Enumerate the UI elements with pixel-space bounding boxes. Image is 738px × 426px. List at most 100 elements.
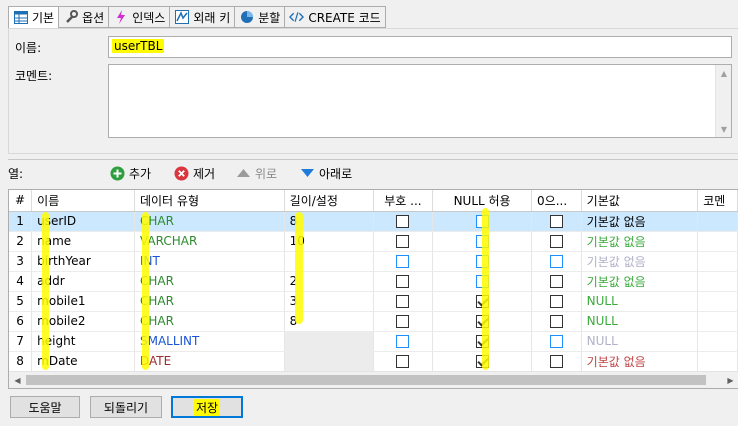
checkbox[interactable] — [396, 335, 410, 348]
zerofill-cell[interactable] — [531, 251, 582, 272]
unsigned-cell[interactable] — [373, 351, 434, 372]
col-header-zerofill[interactable]: 0으... — [531, 190, 582, 212]
default-cell[interactable]: 기본값 없음 — [581, 271, 699, 292]
unsigned-cell[interactable] — [373, 311, 434, 332]
data-type-cell[interactable]: DATE — [134, 351, 285, 372]
checkbox[interactable] — [396, 355, 410, 368]
unsigned-cell[interactable] — [373, 291, 434, 312]
default-cell[interactable]: NULL — [581, 291, 699, 312]
zerofill-cell[interactable] — [531, 351, 582, 372]
table-row[interactable]: 3 birthYear INT 기본값 없음 — [9, 251, 738, 272]
comment-cell[interactable] — [697, 331, 738, 352]
data-type-cell[interactable]: CHAR — [134, 271, 285, 292]
tab-indexes[interactable]: 인덱스 — [109, 6, 171, 28]
col-header-num[interactable]: # — [9, 190, 33, 212]
checkbox[interactable] — [396, 275, 410, 288]
row-number-cell[interactable]: 4 — [9, 271, 33, 292]
scroll-up-icon[interactable]: ▲ — [716, 65, 732, 81]
comment-cell[interactable] — [697, 231, 738, 252]
default-cell[interactable]: 기본값 없음 — [581, 251, 699, 272]
checkbox[interactable] — [396, 215, 410, 228]
comment-cell[interactable] — [697, 311, 738, 332]
checkbox[interactable] — [396, 255, 410, 268]
row-number-cell[interactable]: 6 — [9, 311, 33, 332]
move-down-button[interactable]: 아래로 — [300, 164, 352, 182]
table-row[interactable]: 6 mobile2 CHAR 8 NULL — [9, 311, 738, 332]
col-header-nullable[interactable]: NULL 허용 — [432, 190, 533, 212]
comment-cell[interactable] — [697, 251, 738, 272]
columns-grid[interactable]: # 이름 데이터 유형 길이/설정 부호 ... NULL 허용 0으... 기… — [8, 189, 738, 389]
length-cell[interactable] — [284, 351, 374, 372]
checkbox[interactable] — [396, 295, 410, 308]
table-row[interactable]: 4 addr CHAR 2 기본값 없음 — [9, 271, 738, 292]
move-up-button[interactable]: 위로 — [236, 164, 277, 182]
checkbox[interactable] — [396, 315, 410, 328]
col-header-name[interactable]: 이름 — [31, 190, 135, 212]
default-cell[interactable]: NULL — [581, 331, 699, 352]
checkbox[interactable] — [396, 235, 410, 248]
zerofill-cell[interactable] — [531, 291, 582, 312]
scroll-right-icon[interactable]: ▶ — [722, 372, 738, 388]
comment-scrollbar[interactable]: ▲ ▼ — [715, 65, 731, 137]
zerofill-cell[interactable] — [531, 211, 582, 232]
comment-cell[interactable] — [697, 271, 738, 292]
row-number-cell[interactable]: 7 — [9, 331, 33, 352]
unsigned-cell[interactable] — [373, 251, 434, 272]
revert-button[interactable]: 되돌리기 — [90, 396, 162, 418]
zerofill-cell[interactable] — [531, 271, 582, 292]
comment-cell[interactable] — [697, 351, 738, 372]
comment-cell[interactable] — [697, 211, 738, 232]
unsigned-cell[interactable] — [373, 331, 434, 352]
row-number-cell[interactable]: 3 — [9, 251, 33, 272]
checkbox[interactable] — [549, 215, 563, 228]
table-row[interactable]: 2nameVARCHAR10기본값 없음 — [9, 231, 738, 252]
checkbox[interactable] — [549, 295, 563, 308]
zerofill-cell[interactable] — [531, 311, 582, 332]
grid-horizontal-scrollbar[interactable]: ◀ ▶ — [9, 371, 738, 388]
table-row[interactable]: 8 mDate DATE 기본값 없음 — [9, 351, 738, 372]
table-row[interactable]: 5 mobile1 CHAR 3 NULL — [9, 291, 738, 312]
col-header-default[interactable]: 기본값 — [581, 190, 699, 212]
comment-textarea[interactable]: ▲ ▼ — [108, 64, 732, 138]
data-type-cell[interactable]: CHAR — [134, 311, 285, 332]
checkbox[interactable] — [549, 235, 563, 248]
checkbox[interactable] — [549, 335, 563, 348]
checkbox[interactable] — [549, 255, 563, 268]
comment-cell[interactable] — [697, 291, 738, 312]
add-column-button[interactable]: 추가 — [110, 164, 151, 182]
table-row[interactable]: 1 userID CHAR 8 기본값 없음 — [9, 211, 738, 232]
remove-column-button[interactable]: 제거 — [174, 164, 215, 182]
col-header-type[interactable]: 데이터 유형 — [134, 190, 285, 212]
data-type-cell[interactable]: INT — [134, 251, 285, 272]
data-type-cell[interactable]: CHAR — [134, 211, 285, 232]
row-number-cell[interactable]: 8 — [9, 351, 33, 372]
row-number-cell[interactable]: 1 — [9, 211, 33, 232]
default-cell[interactable]: 기본값 없음 — [581, 211, 699, 232]
checkbox[interactable] — [549, 355, 563, 368]
tab-partitions[interactable]: 분할 — [235, 6, 286, 28]
col-header-length[interactable]: 길이/설정 — [284, 190, 374, 212]
row-number-cell[interactable]: 2 — [9, 231, 33, 252]
table-name-field[interactable]: userTBL — [108, 36, 732, 58]
save-button[interactable]: 저장 — [171, 396, 243, 418]
length-cell[interactable] — [284, 331, 374, 352]
scroll-down-icon[interactable]: ▼ — [716, 121, 732, 137]
data-type-cell[interactable]: SMALLINT — [134, 331, 285, 352]
row-number-cell[interactable]: 5 — [9, 291, 33, 312]
help-button[interactable]: 도움말 — [10, 396, 80, 418]
scroll-left-icon[interactable]: ◀ — [9, 372, 26, 388]
tab-create-code[interactable]: CREATE 코드 — [285, 6, 386, 28]
data-type-cell[interactable]: VARCHAR — [134, 231, 285, 252]
default-cell[interactable]: NULL — [581, 311, 699, 332]
tab-basic[interactable]: 기본 — [8, 6, 60, 29]
tab-options[interactable]: 옵션 — [59, 6, 110, 28]
zerofill-cell[interactable] — [531, 331, 582, 352]
zerofill-cell[interactable] — [531, 231, 582, 252]
checkbox[interactable] — [549, 275, 563, 288]
col-header-comment[interactable]: 코멘 — [697, 190, 738, 212]
unsigned-cell[interactable] — [373, 231, 434, 252]
table-row[interactable]: 7 height SMALLINT NULL — [9, 331, 738, 352]
scrollbar-thumb[interactable] — [26, 375, 706, 385]
default-cell[interactable]: 기본값 없음 — [581, 351, 699, 372]
default-cell[interactable]: 기본값 없음 — [581, 231, 699, 252]
